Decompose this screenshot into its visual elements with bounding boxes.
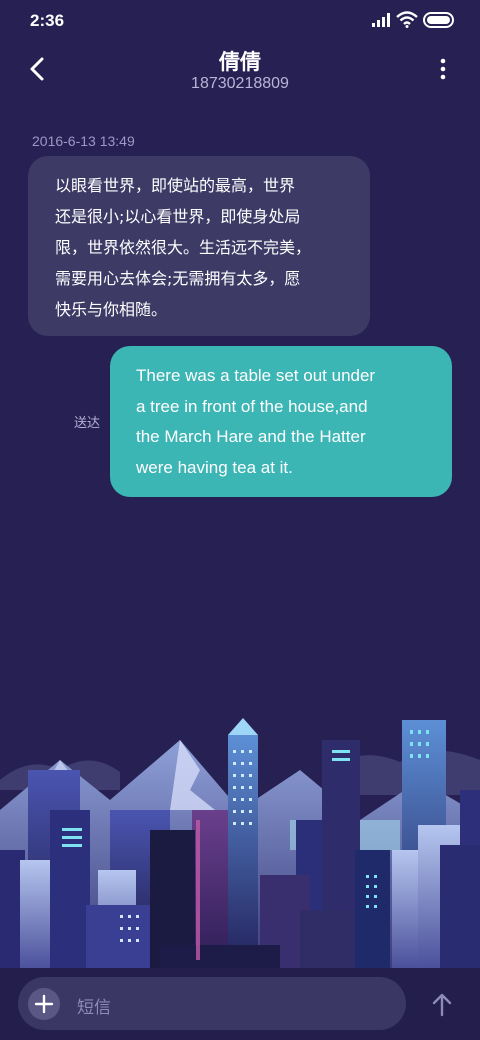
arrow-up-icon bbox=[432, 993, 452, 1017]
send-button[interactable] bbox=[428, 991, 456, 1019]
more-vertical-icon bbox=[440, 58, 446, 80]
message-timestamp: 2016-6-13 13:49 bbox=[32, 133, 135, 149]
sent-message-text: There was a table set out under a tree i… bbox=[136, 366, 376, 477]
received-message-bubble[interactable]: 以眼看世界，即使站的最高，世界 还是很小;以心看世界，即使身处局 限，世界依然很… bbox=[28, 156, 370, 336]
message-input-placeholder: 短信 bbox=[77, 998, 111, 1018]
battery-icon bbox=[423, 12, 454, 28]
add-button[interactable] bbox=[28, 988, 60, 1020]
delivery-status: 送达 bbox=[74, 416, 101, 431]
contact-number: 18730218809 bbox=[191, 75, 289, 92]
wifi-icon bbox=[396, 11, 418, 28]
more-button[interactable] bbox=[432, 56, 454, 82]
received-message-text: 以眼看世界，即使站的最高，世界 还是很小;以心看世界，即使身处局 限，世界依然很… bbox=[55, 176, 312, 319]
status-time: 2:36 bbox=[30, 11, 65, 30]
signal-icon bbox=[372, 13, 390, 27]
status-bar: 2:36 bbox=[0, 0, 480, 44]
sent-message-bubble[interactable]: There was a table set out under a tree i… bbox=[110, 346, 452, 497]
city-skyline-illustration bbox=[0, 718, 480, 970]
contact-name: 倩倩 bbox=[219, 50, 261, 74]
